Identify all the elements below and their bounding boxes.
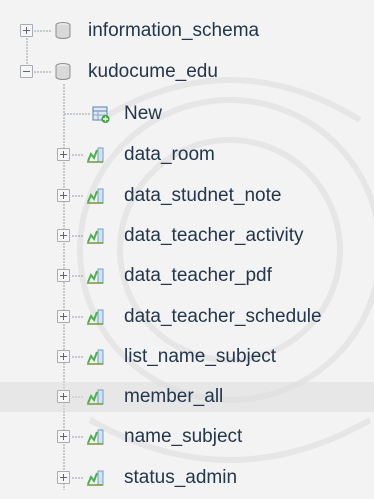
database-icon [55, 63, 71, 80]
tree-item-table[interactable]: data_teacher_pdf [0, 261, 374, 291]
table-icon [87, 309, 104, 325]
table-name[interactable]: status_admin [124, 468, 237, 488]
expand-icon[interactable] [57, 189, 70, 202]
tree-item-table[interactable]: data_room [0, 140, 374, 170]
table-icon [87, 228, 104, 244]
tree-item-table[interactable]: data_studnet_note [0, 181, 374, 211]
tree-item-kudocume-edu[interactable]: kudocume_edu [0, 57, 374, 87]
tree-item-table-highlighted[interactable]: member_all [0, 382, 374, 412]
table-icon [87, 389, 104, 405]
tree-item-table[interactable]: name_subject [0, 422, 374, 452]
tree-item-table[interactable]: list_name_subject [0, 342, 374, 372]
tree-item-new[interactable]: New [0, 99, 374, 129]
navigation-tree: information_schema kudocume_edu New data… [0, 0, 374, 499]
table-name[interactable]: list_name_subject [124, 347, 276, 367]
table-name[interactable]: data_studnet_note [124, 186, 281, 206]
tree-item-table[interactable]: status_admin [0, 463, 374, 493]
expand-icon[interactable] [57, 390, 70, 403]
table-icon [87, 268, 104, 284]
expand-icon[interactable] [57, 148, 70, 161]
expand-icon[interactable] [57, 229, 70, 242]
expand-icon[interactable] [57, 269, 70, 282]
table-icon [87, 147, 104, 163]
database-name[interactable]: kudocume_edu [88, 62, 218, 82]
expand-icon[interactable] [57, 350, 70, 363]
expand-icon[interactable] [57, 471, 70, 484]
tree-item-information-schema[interactable]: information_schema [0, 16, 374, 46]
new-table-icon [92, 106, 110, 123]
table-name[interactable]: data_teacher_activity [124, 226, 304, 246]
table-icon [87, 188, 104, 204]
table-icon [87, 429, 104, 445]
table-name[interactable]: member_all [124, 387, 223, 407]
table-icon [87, 470, 104, 486]
database-icon [55, 22, 71, 39]
table-name[interactable]: data_room [124, 145, 215, 165]
expand-icon[interactable] [57, 430, 70, 443]
table-name[interactable]: data_teacher_pdf [124, 266, 272, 286]
tree-item-table[interactable]: data_teacher_schedule [0, 302, 374, 332]
new-label[interactable]: New [124, 104, 162, 124]
table-name[interactable]: data_teacher_schedule [124, 307, 322, 327]
database-name[interactable]: information_schema [88, 21, 259, 41]
expand-icon[interactable] [20, 24, 33, 37]
tree-item-table[interactable]: data_teacher_activity [0, 221, 374, 251]
table-name[interactable]: name_subject [124, 427, 242, 447]
collapse-icon[interactable] [20, 65, 33, 78]
table-icon [87, 349, 104, 365]
expand-icon[interactable] [57, 310, 70, 323]
